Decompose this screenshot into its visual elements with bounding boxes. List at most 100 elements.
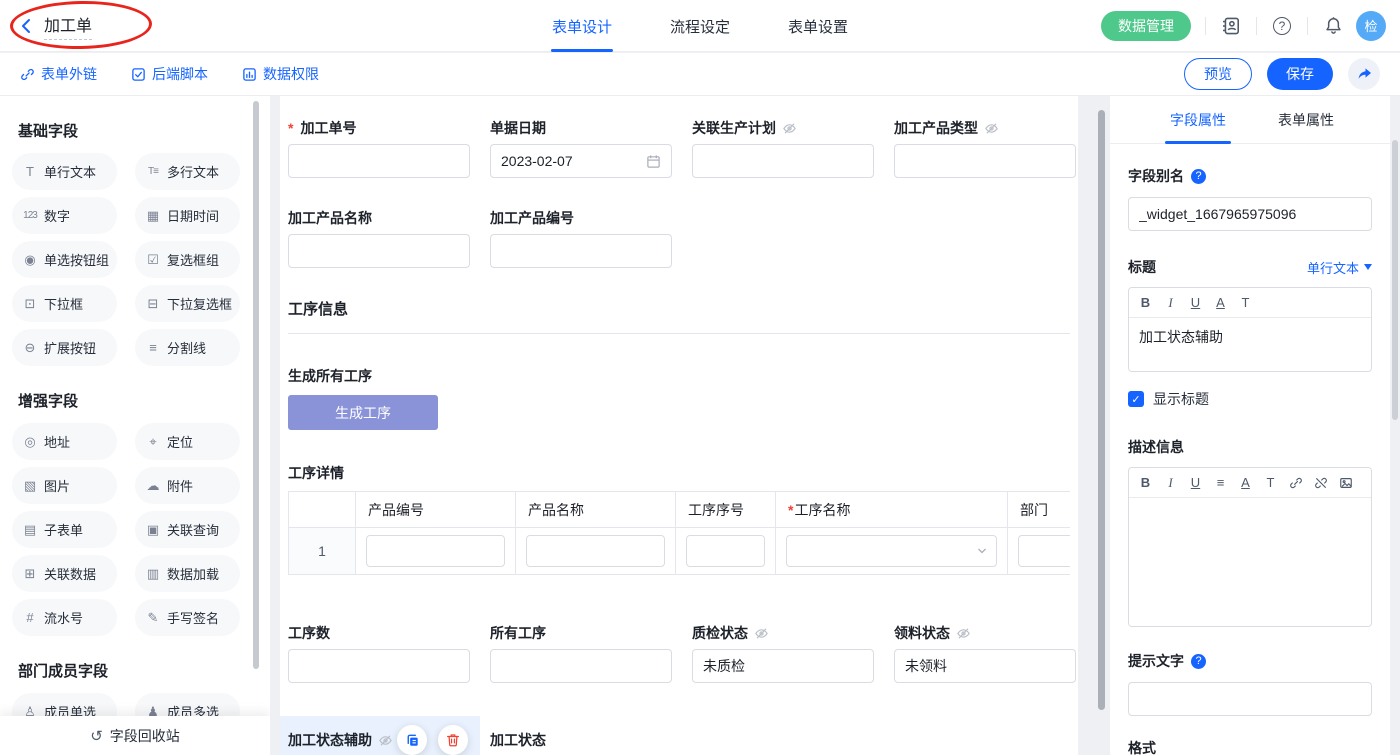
cell-product-name-input[interactable] xyxy=(526,535,665,567)
data-manage-button[interactable]: 数据管理 xyxy=(1101,11,1191,41)
delete-field-button[interactable] xyxy=(438,725,468,755)
field-material-status[interactable]: 领料状态 未领料 xyxy=(894,623,1076,683)
field-type-attachment[interactable]: ☁附件 xyxy=(135,467,240,504)
product-type-input[interactable] xyxy=(894,144,1076,178)
tab-form-settings[interactable]: 表单设置 xyxy=(788,0,848,52)
align-icon[interactable]: ≡ xyxy=(1208,470,1233,496)
help-question-icon[interactable]: ? xyxy=(1191,654,1206,669)
field-type-linked-query[interactable]: ▣关联查询 xyxy=(135,511,240,548)
field-type-select[interactable]: ⊡下拉框 xyxy=(12,285,117,322)
preview-button[interactable]: 预览 xyxy=(1184,58,1252,90)
field-type-single-line-text[interactable]: T单行文本 xyxy=(12,153,117,190)
back-chevron-icon[interactable] xyxy=(20,18,34,34)
title-editor-content[interactable]: 加工状态辅助 xyxy=(1129,318,1371,371)
field-type-image[interactable]: ▧图片 xyxy=(12,467,117,504)
field-product-no[interactable]: 加工产品编号 xyxy=(490,208,672,268)
field-type-subform[interactable]: ▤子表单 xyxy=(12,511,117,548)
field-status-helper-selected[interactable]: 加工状态辅助 xyxy=(280,716,480,755)
tab-field-properties[interactable]: 字段属性 xyxy=(1170,96,1226,144)
product-name-input[interactable] xyxy=(288,234,470,268)
cell-department-input[interactable] xyxy=(1018,535,1070,567)
field-type-data-load[interactable]: ▥数据加载 xyxy=(135,555,240,592)
field-type-datetime[interactable]: ▦日期时间 xyxy=(135,197,240,234)
description-editor-content[interactable] xyxy=(1129,498,1371,626)
contacts-book-icon[interactable] xyxy=(1220,15,1242,37)
field-type-location[interactable]: ⌖定位 xyxy=(135,423,240,460)
field-prod-plan[interactable]: 关联生产计划 xyxy=(692,118,874,178)
underline-icon[interactable]: U xyxy=(1183,470,1208,496)
field-status[interactable]: 加工状态 xyxy=(490,716,672,755)
field-step-count[interactable]: 工序数 xyxy=(288,623,470,683)
italic-icon[interactable]: I xyxy=(1158,290,1183,316)
notification-bell-icon[interactable] xyxy=(1322,15,1344,37)
field-order-no[interactable]: *加工单号 xyxy=(288,118,470,178)
field-type-divider[interactable]: ≡分割线 xyxy=(135,329,240,366)
insert-image-icon[interactable] xyxy=(1333,470,1358,496)
cell-step-seq-input[interactable] xyxy=(686,535,765,567)
generate-steps-button[interactable]: 生成工序 xyxy=(288,395,438,430)
panel-scrollbar[interactable] xyxy=(1392,140,1398,420)
field-product-type[interactable]: 加工产品类型 xyxy=(894,118,1076,178)
show-title-checkbox-row[interactable]: ✓ 显示标题 xyxy=(1128,389,1372,409)
font-color-icon[interactable]: A xyxy=(1233,470,1258,496)
remove-link-icon[interactable] xyxy=(1308,470,1333,496)
tab-form-properties[interactable]: 表单属性 xyxy=(1278,96,1334,144)
external-link-button[interactable]: 表单外链 xyxy=(20,64,97,84)
checkbox-checked-icon[interactable]: ✓ xyxy=(1128,391,1144,407)
font-color-icon[interactable]: A xyxy=(1208,290,1233,316)
field-subform-steps[interactable]: 工序详情 产品编号 产品名称 工序序号 *工序名称 部门 1 xyxy=(280,463,1078,575)
bold-icon[interactable]: B xyxy=(1133,470,1158,496)
field-type-linked-data[interactable]: ⊞关联数据 xyxy=(12,555,117,592)
step-count-input[interactable] xyxy=(288,649,470,683)
order-no-input[interactable] xyxy=(288,144,470,178)
sidebar-scrollbar[interactable] xyxy=(253,101,259,669)
field-product-name[interactable]: 加工产品名称 xyxy=(288,208,470,268)
insert-link-icon[interactable] xyxy=(1283,470,1308,496)
field-type-extend-button[interactable]: ⊖扩展按钮 xyxy=(12,329,117,366)
copy-field-button[interactable] xyxy=(397,725,427,755)
field-type-checkbox-group[interactable]: ☑复选框组 xyxy=(135,241,240,278)
prod-plan-input[interactable] xyxy=(692,144,874,178)
field-type-multi-select[interactable]: ⊟下拉复选框 xyxy=(135,285,240,322)
font-size-icon[interactable]: T xyxy=(1233,290,1258,316)
qc-status-input[interactable]: 未质检 xyxy=(692,649,874,683)
font-size-icon[interactable]: T xyxy=(1258,470,1283,496)
back-group[interactable]: 加工单 xyxy=(0,12,92,40)
field-qc-status[interactable]: 质检状态 未质检 xyxy=(692,623,874,683)
cell-step-name-select[interactable] xyxy=(786,535,997,567)
field-type-address[interactable]: ◎地址 xyxy=(12,423,117,460)
field-recycle-bin-button[interactable]: ↺ 字段回收站 xyxy=(0,716,270,755)
save-button[interactable]: 保存 xyxy=(1267,58,1333,90)
share-button[interactable] xyxy=(1348,58,1380,90)
data-permission-button[interactable]: 数据权限 xyxy=(242,64,319,84)
cell-product-no-input[interactable] xyxy=(366,535,505,567)
field-all-steps[interactable]: 所有工序 xyxy=(490,623,672,683)
field-generate-steps[interactable]: 生成所有工序 生成工序 xyxy=(280,366,1078,430)
italic-icon[interactable]: I xyxy=(1158,470,1183,496)
product-no-input[interactable] xyxy=(490,234,672,268)
hint-text-input[interactable] xyxy=(1128,682,1372,716)
field-alias-input[interactable] xyxy=(1128,197,1372,231)
field-type-serial-number[interactable]: #流水号 xyxy=(12,599,117,636)
tab-form-design[interactable]: 表单设计 xyxy=(552,0,612,52)
active-tab-indicator xyxy=(551,49,613,52)
material-status-input[interactable]: 未领料 xyxy=(894,649,1076,683)
all-steps-input[interactable] xyxy=(490,649,672,683)
field-type-radio-group[interactable]: ◉单选按钮组 xyxy=(12,241,117,278)
field-doc-date[interactable]: 单据日期 2023-02-07 xyxy=(490,118,672,178)
underline-icon[interactable]: U xyxy=(1183,290,1208,316)
user-avatar[interactable]: 检 xyxy=(1356,11,1386,41)
widget-type-dropdown[interactable]: 单行文本 xyxy=(1307,258,1372,277)
field-type-number[interactable]: 123数字 xyxy=(12,197,117,234)
canvas-scrollbar[interactable] xyxy=(1098,110,1105,710)
eye-slash-icon xyxy=(378,733,393,748)
doc-date-input[interactable]: 2023-02-07 xyxy=(490,144,672,178)
help-question-icon[interactable]: ? xyxy=(1191,169,1206,184)
tab-flow-settings[interactable]: 流程设定 xyxy=(670,0,730,52)
section-process-info[interactable]: 工序信息 xyxy=(280,298,1078,334)
backend-script-button[interactable]: 后端脚本 xyxy=(131,64,208,84)
bold-icon[interactable]: B xyxy=(1133,290,1158,316)
field-type-multi-line-text[interactable]: T≡多行文本 xyxy=(135,153,240,190)
help-icon[interactable]: ? xyxy=(1271,15,1293,37)
field-type-signature[interactable]: ✎手写签名 xyxy=(135,599,240,636)
